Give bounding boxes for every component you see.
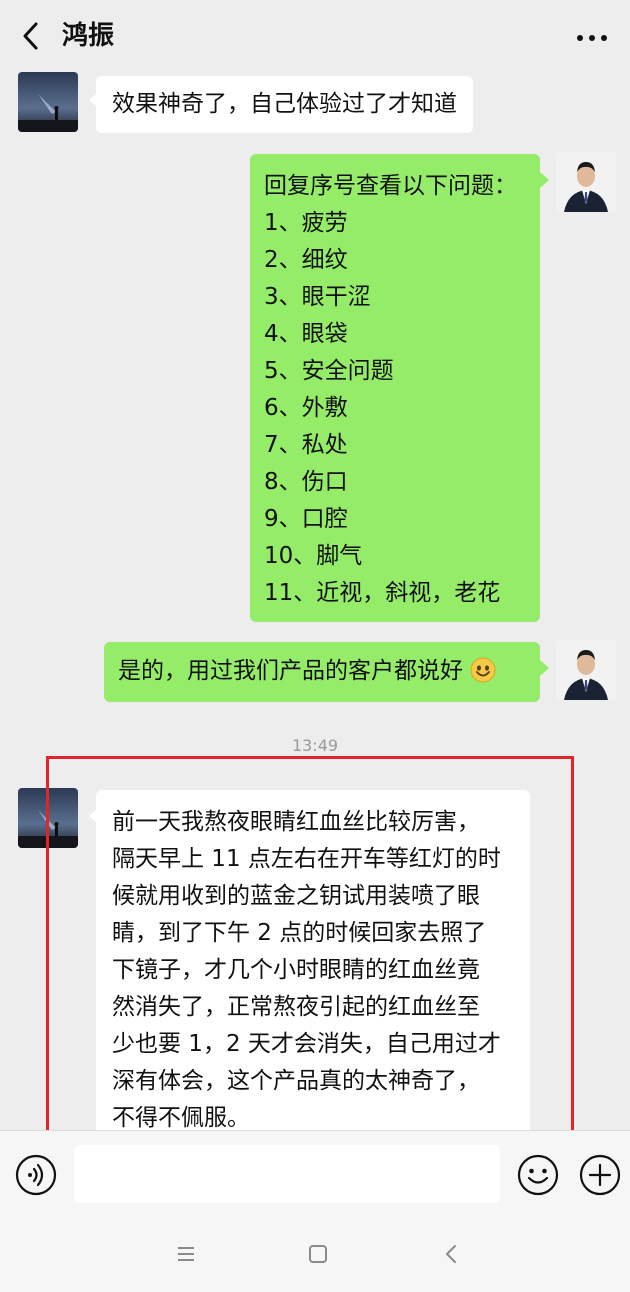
list-item: 5、安全问题 bbox=[264, 358, 394, 384]
contact-avatar[interactable] bbox=[18, 72, 78, 132]
message-input[interactable] bbox=[74, 1145, 500, 1203]
list-item: 1、疲劳 bbox=[264, 210, 348, 236]
message-bubble[interactable]: 效果神奇了，自己体验过了才知道 bbox=[96, 76, 473, 133]
list-item: 11、近视，斜视，老花 bbox=[264, 580, 501, 606]
smile-emoji-icon bbox=[470, 657, 496, 683]
chat-title: 鸿振 bbox=[62, 21, 115, 51]
chat-header: 鸿振 bbox=[0, 0, 630, 72]
home-square-icon bbox=[309, 1245, 327, 1263]
voice-icon bbox=[15, 1154, 57, 1196]
night-sky-avatar-icon bbox=[18, 72, 78, 132]
menu-icon bbox=[178, 1247, 194, 1261]
list-item: 8、伤口 bbox=[264, 469, 348, 495]
list-item: 10、脚气 bbox=[264, 543, 363, 569]
bubble-tail bbox=[540, 660, 549, 676]
system-nav-bar bbox=[0, 1216, 630, 1292]
plus-button[interactable] bbox=[578, 1153, 622, 1197]
plus-icon bbox=[579, 1154, 621, 1196]
list-item: 7、私处 bbox=[264, 432, 348, 458]
bubble-tail bbox=[540, 172, 549, 188]
back-arrow-icon bbox=[446, 1245, 456, 1263]
list-intro: 回复序号查看以下问题： bbox=[264, 173, 517, 199]
more-dots-icon bbox=[577, 35, 607, 41]
man-in-suit-avatar-icon bbox=[556, 640, 616, 700]
list-item: 9、口腔 bbox=[264, 506, 348, 532]
highlight-box bbox=[46, 756, 574, 1142]
voice-button[interactable] bbox=[14, 1153, 58, 1197]
list-item: 3、眼干涩 bbox=[264, 284, 371, 310]
timestamp: 13:49 bbox=[291, 736, 339, 755]
input-bar bbox=[0, 1130, 630, 1216]
menu-button[interactable] bbox=[170, 1238, 202, 1270]
list-item: 4、眼袋 bbox=[264, 321, 348, 347]
emoji-icon bbox=[517, 1154, 559, 1196]
message-bubble[interactable]: 是的，用过我们产品的客户都说好 bbox=[104, 642, 540, 702]
list-item: 2、细纹 bbox=[264, 247, 348, 273]
nav-back-button[interactable] bbox=[436, 1238, 468, 1270]
my-avatar[interactable] bbox=[556, 152, 616, 212]
back-button[interactable] bbox=[14, 18, 50, 54]
home-button[interactable] bbox=[302, 1238, 334, 1270]
chevron-left-icon bbox=[23, 22, 38, 50]
message-text: 效果神奇了，自己体验过了才知道 bbox=[112, 91, 457, 117]
man-in-suit-avatar-icon bbox=[556, 152, 616, 212]
message-bubble[interactable]: 回复序号查看以下问题： 1、疲劳 2、细纹 3、眼干涩 4、眼袋 5、安全问题 … bbox=[250, 154, 540, 622]
emoji-button[interactable] bbox=[516, 1153, 560, 1197]
my-avatar[interactable] bbox=[556, 640, 616, 700]
more-button[interactable] bbox=[572, 18, 612, 54]
message-text: 是的，用过我们产品的客户都说好 bbox=[118, 658, 463, 684]
list-item: 6、外敷 bbox=[264, 395, 348, 421]
